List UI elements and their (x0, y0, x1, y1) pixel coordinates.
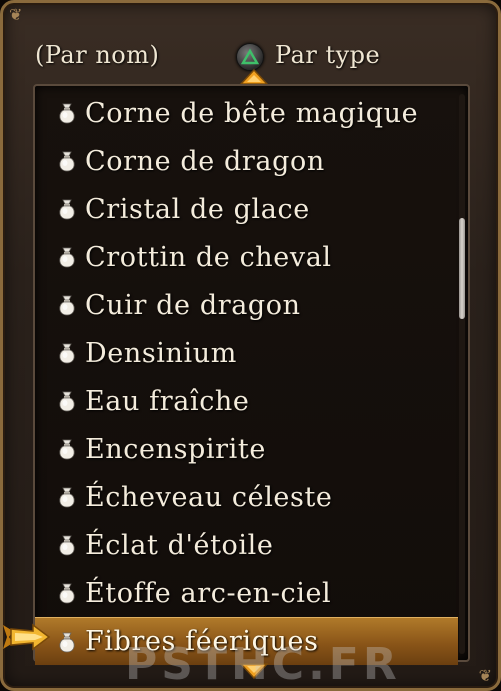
list-item-label: Cuir de dragon (85, 289, 301, 321)
pouch-icon (55, 485, 79, 509)
list-item[interactable]: Cristal de glace (35, 185, 458, 233)
pouch-icon (55, 149, 79, 173)
corner-ornament-icon: ❦ (478, 666, 492, 685)
scroll-down-arrow-icon[interactable] (240, 663, 268, 679)
scrollbar-thumb[interactable] (459, 218, 465, 319)
list-item-label: Encenspirite (85, 433, 266, 465)
list-item-label: Éclat d'étoile (85, 529, 274, 561)
list-item[interactable]: Eau fraîche (35, 377, 458, 425)
list-item[interactable]: Encenspirite (35, 425, 458, 473)
scroll-up-arrow-icon[interactable] (240, 69, 268, 85)
list-item-label: Corne de dragon (85, 145, 325, 177)
list-item[interactable]: Corne de bête magique (35, 89, 458, 137)
list-item-label: Crottin de cheval (85, 241, 332, 273)
pouch-icon (55, 630, 79, 654)
list-item-label: Étoffe arc-en-ciel (85, 577, 332, 609)
list-item-label: Eau fraîche (85, 385, 250, 417)
pouch-icon (55, 197, 79, 221)
triangle-button-icon[interactable] (236, 43, 264, 71)
list-item[interactable]: Étoffe arc-en-ciel (35, 569, 458, 617)
item-list-window: ❦ ❦ (Par nom) Par type Corne de bête mag… (0, 0, 501, 691)
scrollbar[interactable] (459, 94, 465, 654)
pouch-icon (55, 389, 79, 413)
pouch-icon (55, 341, 79, 365)
pouch-icon (55, 581, 79, 605)
list-item[interactable]: Éclat d'étoile (35, 521, 458, 569)
item-list: Corne de bête magique Corne de dragon Cris… (33, 84, 470, 665)
list-item[interactable]: Densinium (35, 329, 458, 377)
list-item-label: Fibres féeriques (85, 626, 319, 657)
list-item[interactable]: Corne de dragon (35, 137, 458, 185)
pouch-icon (55, 533, 79, 557)
pouch-icon (55, 437, 79, 461)
pouch-icon (55, 245, 79, 269)
corner-ornament-icon: ❦ (9, 5, 23, 24)
list-item[interactable]: Écheveau céleste (35, 473, 458, 521)
sort-by-name-option[interactable]: (Par nom) (35, 41, 159, 69)
list-item[interactable]: Fibres féeriques (35, 617, 458, 665)
list-item-label: Corne de bête magique (85, 97, 419, 129)
pouch-icon (55, 101, 79, 125)
list-item[interactable]: Cuir de dragon (35, 281, 458, 329)
pouch-icon (55, 293, 79, 317)
selection-pointer-icon (3, 623, 51, 651)
list-item-label: Densinium (85, 337, 237, 369)
list-item-label: Écheveau céleste (85, 481, 333, 513)
sort-by-type-option[interactable]: Par type (275, 41, 380, 69)
list-item[interactable]: Crottin de cheval (35, 233, 458, 281)
list-item-label: Cristal de glace (85, 193, 310, 225)
